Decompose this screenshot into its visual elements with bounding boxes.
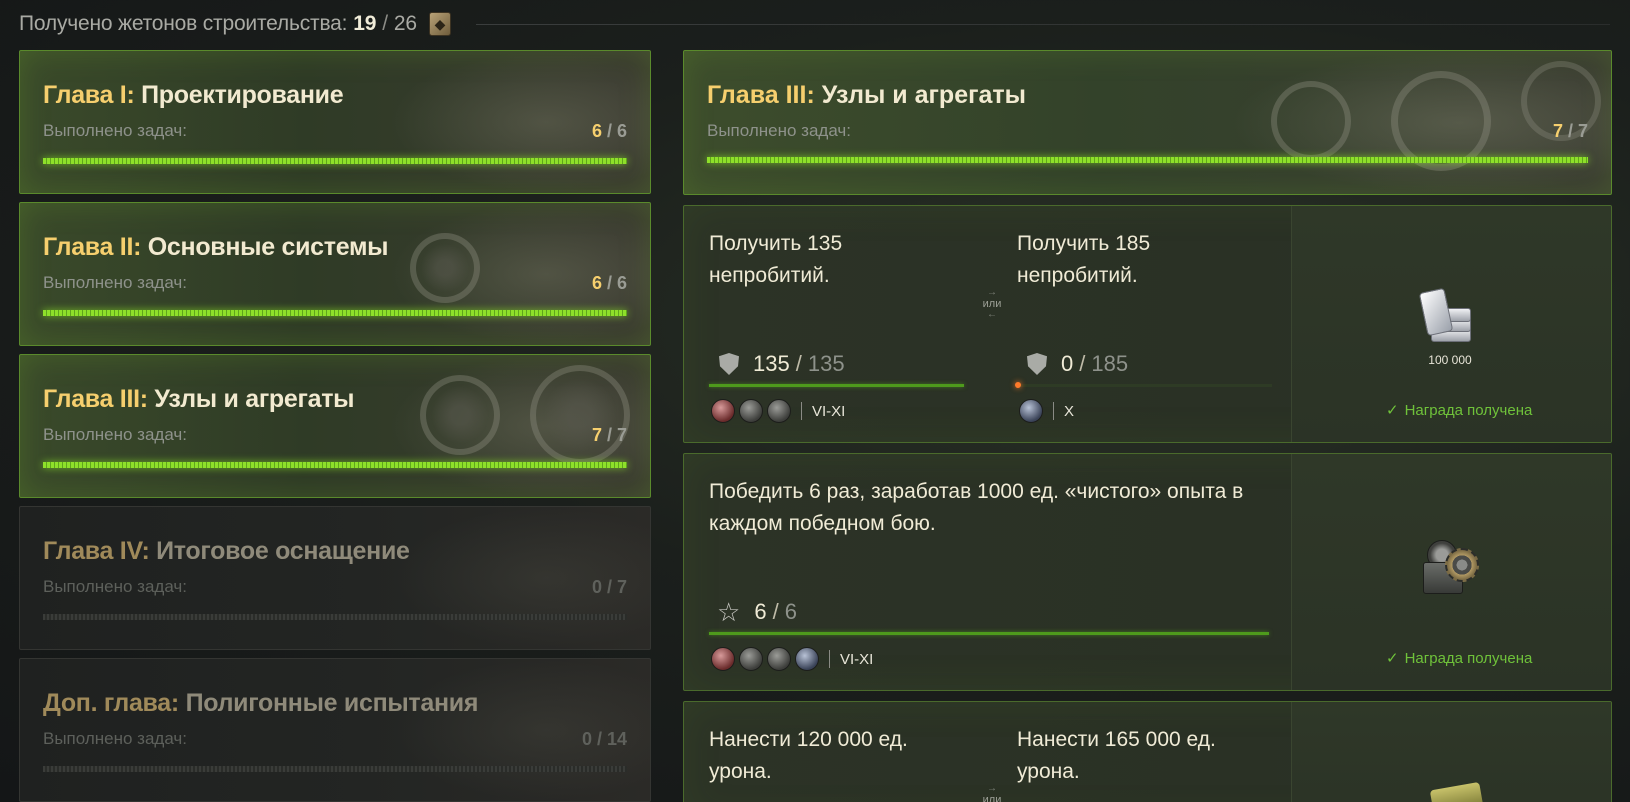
- task-card-2[interactable]: ✓ Награда получена Победить 6 раз, зараб…: [683, 453, 1612, 691]
- vehicle-class-icon: [795, 647, 819, 671]
- chapter-card-4[interactable]: Глава IV: Итоговое оснащение Выполнено з…: [19, 506, 651, 650]
- tokens-header: Получено жетонов строительства: 19 / 26 …: [19, 8, 451, 40]
- chapter-count: 7 / 7: [591, 425, 627, 445]
- detail-count: 7 / 7: [1552, 121, 1588, 141]
- task-conditions-b: X: [1019, 399, 1074, 423]
- chapter-card-extra[interactable]: Доп. глава: Полигонные испытания Выполне…: [19, 658, 651, 802]
- detail-subtitle: Выполнено задач:: [707, 121, 852, 140]
- task-progress-a: 135/135: [719, 351, 845, 377]
- reward-panel: 100 000 ✓ Награда получена: [1291, 206, 1611, 442]
- reward-panel: [1291, 702, 1611, 802]
- check-icon: ✓: [1386, 402, 1399, 419]
- reward-status: ✓ Награда получена: [1386, 649, 1533, 668]
- chapter-card-1[interactable]: Глава I: Проектирование Выполнено задач:…: [19, 50, 651, 194]
- tokens-label: Получено жетонов строительства:: [19, 12, 348, 35]
- chapter-progress-bar: [43, 614, 627, 620]
- chapter-title: Глава IV: Итоговое оснащение: [43, 537, 410, 565]
- chapter-count: 6 / 6: [591, 273, 627, 293]
- reward-amount: 100 000: [1428, 353, 1472, 367]
- chapter-progress-bar: [43, 462, 627, 468]
- chapter-detail-header: Глава III: Узлы и агрегаты Выполнено зад…: [683, 50, 1612, 195]
- task-card-3[interactable]: Нанести 120 000 ед. урона. → или Нанести 1…: [683, 701, 1612, 802]
- chapter-progress-bar: [43, 158, 627, 164]
- tokens-total: 26: [393, 12, 417, 35]
- task-description-b: Получить 185 непробитий.: [1017, 232, 1151, 287]
- shield-icon: [1027, 353, 1047, 375]
- task-conditions-a: VI-XI: [711, 399, 845, 423]
- tier-label: VI-XI: [840, 650, 874, 668]
- silver-icon: [1418, 287, 1475, 346]
- vehicle-class-icon: [711, 647, 735, 671]
- tier-label: VI-XI: [812, 402, 846, 420]
- task-card-1[interactable]: 100 000 ✓ Награда получена Получить 135 н…: [683, 205, 1612, 443]
- task-progress-bar-b: [1015, 382, 1272, 388]
- chapter-card-2[interactable]: Глава II: Основные системы Выполнено зад…: [19, 202, 651, 346]
- chapter-count: 0 / 7: [591, 577, 627, 597]
- tier-label: X: [1064, 402, 1075, 420]
- vehicle-class-icon: [767, 399, 791, 423]
- shield-icon: [719, 353, 739, 375]
- chapter-title: Доп. глава: Полигонные испытания: [43, 689, 479, 717]
- tokens-separator: /: [382, 12, 388, 35]
- task-progress: ☆ 6/6: [717, 597, 797, 627]
- chapter-count: 6 / 6: [591, 121, 627, 141]
- chapter-subtitle: Выполнено задач:: [43, 121, 188, 140]
- task-description-a: Получить 135 непробитий.: [709, 232, 843, 287]
- token-icon: ◆: [428, 12, 451, 36]
- vehicle-class-icon: [767, 647, 791, 671]
- chapter-subtitle: Выполнено задач:: [43, 425, 188, 444]
- tokens-collected: 19: [353, 12, 377, 35]
- check-icon: ✓: [1386, 650, 1399, 667]
- task-progress-bar: [709, 632, 1269, 635]
- chapter-subtitle: Выполнено задач:: [43, 273, 188, 292]
- header-divider: [476, 24, 1610, 25]
- chapter-subtitle: Выполнено задач:: [43, 577, 188, 596]
- chapter-count: 0 / 14: [581, 729, 627, 749]
- reward-panel: ✓ Награда получена: [1291, 454, 1611, 690]
- equipment-icon: [1419, 540, 1483, 600]
- task-description-b: Нанести 165 000 ед. урона.: [1017, 728, 1216, 783]
- detail-progress-bar: [707, 157, 1588, 163]
- reward-status: ✓ Награда получена: [1386, 401, 1533, 420]
- chapter-card-3[interactable]: Глава III: Узлы и агрегаты Выполнено зад…: [19, 354, 651, 498]
- task-progress-bar-a: [709, 384, 964, 387]
- task-description: Победить 6 раз, заработав 1000 ед. «чист…: [709, 480, 1244, 535]
- or-divider: → или: [982, 783, 1002, 802]
- or-divider: → или ←: [982, 287, 1002, 320]
- vehicle-class-icon: [1019, 399, 1043, 423]
- task-conditions: VI-XI: [711, 647, 873, 671]
- chapter-progress-bar: [43, 766, 627, 772]
- chapter-title: Глава I: Проектирование: [43, 81, 344, 109]
- detail-title: Глава III: Узлы и агрегаты: [707, 81, 1027, 109]
- vehicle-class-icon: [739, 399, 763, 423]
- chapter-title: Глава III: Узлы и агрегаты: [43, 385, 355, 413]
- chapter-subtitle: Выполнено задач:: [43, 729, 188, 748]
- chapter-progress-bar: [43, 310, 627, 316]
- reward-item-icon: [1429, 781, 1485, 802]
- task-progress-b: 0/185: [1027, 351, 1128, 377]
- vehicle-class-icon: [739, 647, 763, 671]
- vehicle-class-icon: [711, 399, 735, 423]
- star-icon: ☆: [717, 597, 741, 627]
- chapter-title: Глава II: Основные системы: [43, 233, 389, 261]
- task-description-a: Нанести 120 000 ед. урона.: [709, 728, 908, 783]
